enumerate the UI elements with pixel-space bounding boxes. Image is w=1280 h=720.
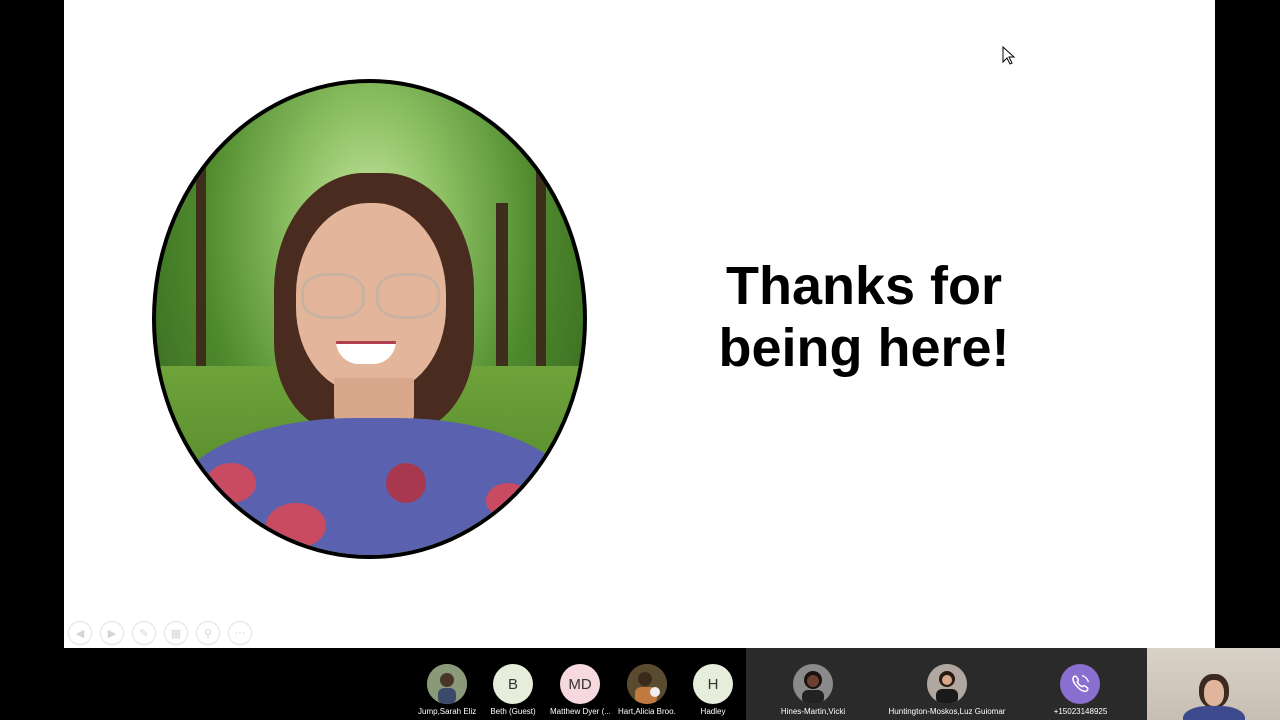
person-photo-icon — [627, 664, 667, 704]
participant-bar: Jump,Sarah Eliz... B Beth (Guest) MD Mat… — [0, 648, 1280, 720]
participant-avatar — [427, 664, 467, 704]
participant-tile[interactable]: +15023148925 — [1014, 648, 1147, 720]
participant-avatar: B — [493, 664, 533, 704]
participant-tile[interactable]: Jump,Sarah Eliz... — [418, 648, 476, 720]
speaker-photo — [152, 79, 587, 559]
slide-controls: ◀ ▶ ✎ ▦ ⚲ ··· — [68, 621, 252, 645]
person-photo-icon — [793, 664, 833, 704]
participant-name: Hart,Alicia Broo... — [618, 707, 676, 716]
participant-name: Beth (Guest) — [490, 707, 536, 716]
previous-icon[interactable]: ◀ — [68, 621, 92, 645]
participant-tile[interactable]: B Beth (Guest) — [484, 648, 542, 720]
participant-name: Jump,Sarah Eliz... — [418, 707, 476, 716]
participant-tile[interactable]: MD Matthew Dyer (... — [550, 648, 610, 720]
participant-name: Huntington-Moskos,Luz Guiomar — [888, 707, 1006, 716]
participant-name: Hadley — [700, 707, 726, 716]
participant-tile[interactable]: Hines-Martin,Vicki — [746, 648, 880, 720]
pen-icon[interactable]: ✎ — [132, 621, 156, 645]
participant-tile[interactable]: H Hadley — [684, 648, 742, 720]
participant-tile[interactable]: Hart,Alicia Broo... — [618, 648, 676, 720]
participant-avatar — [793, 664, 833, 704]
person-photo-icon — [427, 664, 467, 704]
slides-icon[interactable]: ▦ — [164, 621, 188, 645]
slide-heading-line1: Thanks for — [725, 256, 1003, 316]
shared-slide: Thanks for being here! ◀ ▶ ✎ ▦ ⚲ ··· — [64, 0, 1215, 648]
participant-avatar — [927, 664, 967, 704]
phone-icon — [1072, 675, 1089, 693]
participant-tile[interactable]: Huntington-Moskos,Luz Guiomar — [880, 648, 1014, 720]
slide-heading: Thanks for being here! — [684, 255, 1044, 379]
participant-avatar: MD — [560, 664, 600, 704]
self-video-preview[interactable] — [1147, 648, 1280, 720]
person-photo-icon — [927, 664, 967, 704]
mouse-cursor-icon — [1002, 46, 1016, 65]
participant-name: Hines-Martin,Vicki — [780, 707, 846, 716]
participant-avatar: H — [693, 664, 733, 704]
participant-avatar — [627, 664, 667, 704]
more-icon[interactable]: ··· — [228, 621, 252, 645]
next-icon[interactable]: ▶ — [100, 621, 124, 645]
zoom-icon[interactable]: ⚲ — [196, 621, 220, 645]
participant-avatar — [1060, 664, 1100, 704]
participant-name: +15023148925 — [1053, 707, 1108, 716]
participant-name: Matthew Dyer (... — [550, 707, 610, 716]
slide-heading-line2: being here! — [718, 318, 1010, 378]
